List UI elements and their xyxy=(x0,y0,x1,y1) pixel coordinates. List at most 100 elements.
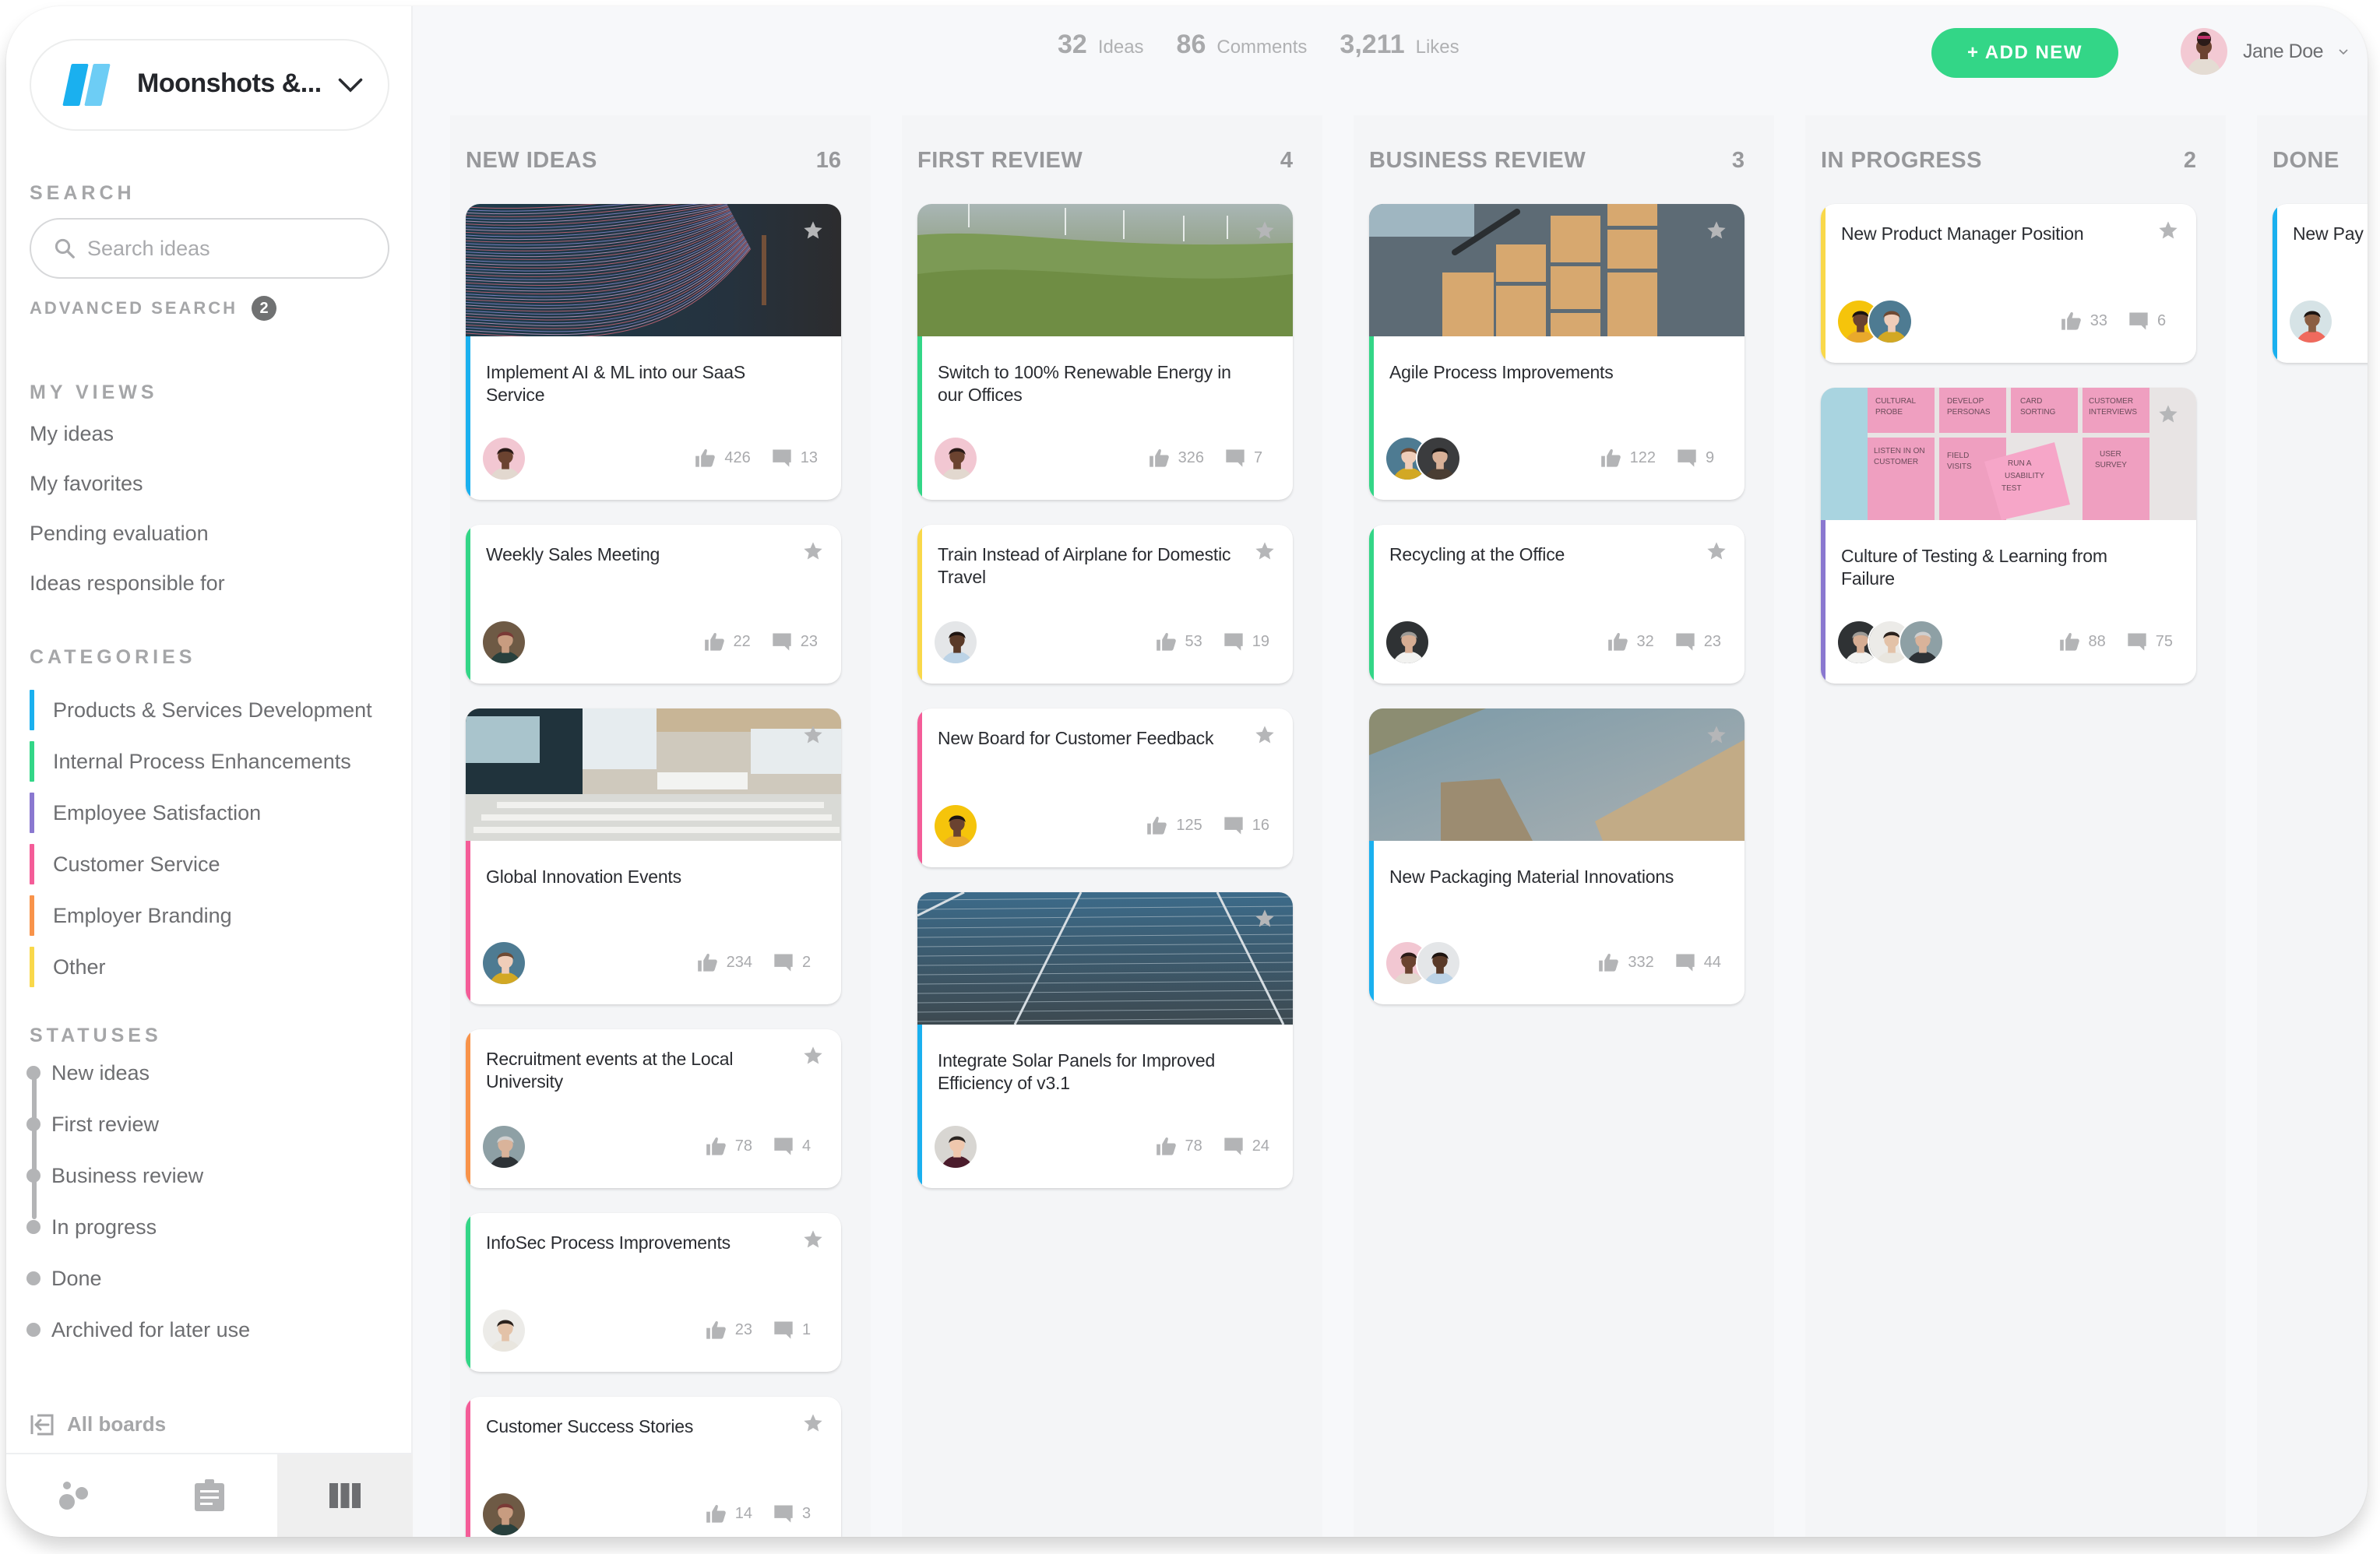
thumbs-up-icon[interactable] xyxy=(1146,814,1168,836)
view-my-ideas[interactable]: My ideas xyxy=(30,422,114,446)
favorite-star-icon[interactable] xyxy=(1706,724,1727,746)
favorite-star-icon[interactable] xyxy=(802,1229,824,1250)
favorite-star-icon[interactable] xyxy=(2157,403,2179,425)
avatar[interactable] xyxy=(933,803,978,849)
favorite-star-icon[interactable] xyxy=(1254,540,1276,562)
comment-icon[interactable] xyxy=(1223,631,1245,652)
thumbs-up-icon[interactable] xyxy=(706,1319,727,1341)
avatar[interactable] xyxy=(1416,436,1461,481)
sidebar-status-item[interactable]: New ideas xyxy=(26,1057,150,1088)
advanced-search-link[interactable]: ADVANCED SEARCH 2 xyxy=(30,296,277,321)
comment-icon[interactable] xyxy=(773,951,794,973)
avatar[interactable] xyxy=(481,436,526,481)
thumbs-up-icon[interactable] xyxy=(2059,631,2081,652)
avatar[interactable] xyxy=(2288,299,2333,344)
thumbs-up-icon[interactable] xyxy=(1156,1135,1178,1157)
thumbs-up-icon[interactable] xyxy=(1600,447,1622,469)
thumbs-up-icon[interactable] xyxy=(1149,447,1171,469)
avatar[interactable] xyxy=(933,1124,978,1169)
favorite-star-icon[interactable] xyxy=(802,1045,824,1067)
comment-icon[interactable] xyxy=(773,1503,794,1524)
sidebar-status-item[interactable]: First review xyxy=(26,1109,159,1140)
thumbs-up-icon[interactable] xyxy=(1607,631,1629,652)
thumbs-up-icon[interactable] xyxy=(695,447,716,469)
avatar[interactable] xyxy=(481,1124,526,1169)
avatar[interactable] xyxy=(481,620,526,665)
avatar[interactable] xyxy=(1416,940,1461,986)
tab-community[interactable] xyxy=(6,1454,142,1537)
idea-card[interactable]: Weekly Sales Meeting 22 23 xyxy=(466,525,841,684)
idea-card[interactable]: Recruitment events at the Local Universi… xyxy=(466,1029,841,1188)
search-input[interactable] xyxy=(87,236,368,261)
avatar[interactable] xyxy=(1868,299,1913,344)
idea-card[interactable]: Global Innovation Events 234 2 xyxy=(466,708,841,1004)
avatar[interactable] xyxy=(481,1492,526,1537)
comment-icon[interactable] xyxy=(1223,814,1245,836)
favorite-star-icon[interactable] xyxy=(1254,220,1276,241)
idea-card[interactable]: Customer Success Stories 14 3 xyxy=(466,1397,841,1537)
idea-card[interactable]: CULTURAL PROBE DEVELOP PERSONAS CARD SORTING C… xyxy=(1821,388,2196,684)
idea-card[interactable]: Agile Process Improvements 122 9 xyxy=(1369,204,1745,500)
view-my-favorites[interactable]: My favorites xyxy=(30,472,143,496)
idea-card[interactable]: Recycling at the Office 32 23 xyxy=(1369,525,1745,684)
view-ideas-responsible-for[interactable]: Ideas responsible for xyxy=(30,571,225,596)
all-boards-link[interactable]: All boards xyxy=(30,1412,166,1436)
idea-card[interactable]: New Packaging Material Innovations 332 44 xyxy=(1369,708,1745,1004)
idea-card[interactable]: New Board for Customer Feedback 125 16 xyxy=(917,708,1293,867)
idea-card[interactable]: Train Instead of Airplane for Domestic T… xyxy=(917,525,1293,684)
avatar[interactable] xyxy=(1899,620,1944,665)
thumbs-up-icon[interactable] xyxy=(706,1135,727,1157)
avatar[interactable] xyxy=(933,620,978,665)
sidebar-category-item[interactable]: Customer Service xyxy=(30,844,220,884)
comment-icon[interactable] xyxy=(771,447,793,469)
sidebar-category-item[interactable]: Internal Process Enhancements xyxy=(30,741,351,782)
comment-icon[interactable] xyxy=(1223,1135,1245,1157)
comment-icon[interactable] xyxy=(773,1135,794,1157)
board-switcher[interactable]: Moonshots &... xyxy=(30,39,389,131)
idea-card[interactable]: Integrate Solar Panels for Improved Effi… xyxy=(917,892,1293,1188)
add-new-button[interactable]: + ADD NEW xyxy=(1931,28,2118,78)
avatar[interactable] xyxy=(481,940,526,986)
tab-ideas-list[interactable] xyxy=(142,1454,277,1537)
thumbs-up-icon[interactable] xyxy=(706,1503,727,1524)
thumbs-up-icon[interactable] xyxy=(704,631,726,652)
comment-icon[interactable] xyxy=(1674,631,1696,652)
favorite-star-icon[interactable] xyxy=(802,724,824,746)
avatar[interactable] xyxy=(481,1308,526,1353)
comment-icon[interactable] xyxy=(2128,310,2149,332)
idea-card[interactable]: InfoSec Process Improvements 23 1 xyxy=(466,1213,841,1372)
thumbs-up-icon[interactable] xyxy=(2061,310,2082,332)
sidebar-category-item[interactable]: Employee Satisfaction xyxy=(30,793,261,833)
avatar[interactable] xyxy=(933,436,978,481)
favorite-star-icon[interactable] xyxy=(802,1412,824,1434)
idea-card[interactable]: Implement AI & ML into our SaaS Service 4… xyxy=(466,204,841,500)
favorite-star-icon[interactable] xyxy=(1254,724,1276,746)
sidebar-status-item[interactable]: Archived for later use xyxy=(26,1314,250,1345)
user-menu[interactable]: Jane Doe xyxy=(2181,28,2350,75)
favorite-star-icon[interactable] xyxy=(1706,540,1727,562)
idea-card[interactable]: New Pay xyxy=(2273,204,2368,363)
favorite-star-icon[interactable] xyxy=(2157,220,2179,241)
sidebar-category-item[interactable]: Other xyxy=(30,947,106,987)
search-box[interactable] xyxy=(30,218,389,279)
view-pending-evaluation[interactable]: Pending evaluation xyxy=(30,522,209,546)
thumbs-up-icon[interactable] xyxy=(1598,951,1620,973)
favorite-star-icon[interactable] xyxy=(1706,220,1727,241)
tab-board-view[interactable] xyxy=(277,1454,413,1537)
favorite-star-icon[interactable] xyxy=(1254,908,1276,930)
thumbs-up-icon[interactable] xyxy=(1156,631,1178,652)
comment-icon[interactable] xyxy=(1674,951,1696,973)
comment-icon[interactable] xyxy=(1676,447,1698,469)
favorite-star-icon[interactable] xyxy=(802,540,824,562)
comment-icon[interactable] xyxy=(771,631,793,652)
comment-icon[interactable] xyxy=(2126,631,2148,652)
idea-card[interactable]: Switch to 100% Renewable Energy in our O… xyxy=(917,204,1293,500)
sidebar-status-item[interactable]: In progress xyxy=(26,1211,157,1243)
sidebar-category-item[interactable]: Employer Branding xyxy=(30,895,232,936)
comment-icon[interactable] xyxy=(773,1319,794,1341)
sidebar-category-item[interactable]: Products & Services Development xyxy=(30,690,372,730)
sidebar-status-item[interactable]: Done xyxy=(26,1263,102,1294)
avatar[interactable] xyxy=(1385,620,1430,665)
comment-icon[interactable] xyxy=(1224,447,1246,469)
idea-card[interactable]: New Product Manager Position 33 6 xyxy=(1821,204,2196,363)
